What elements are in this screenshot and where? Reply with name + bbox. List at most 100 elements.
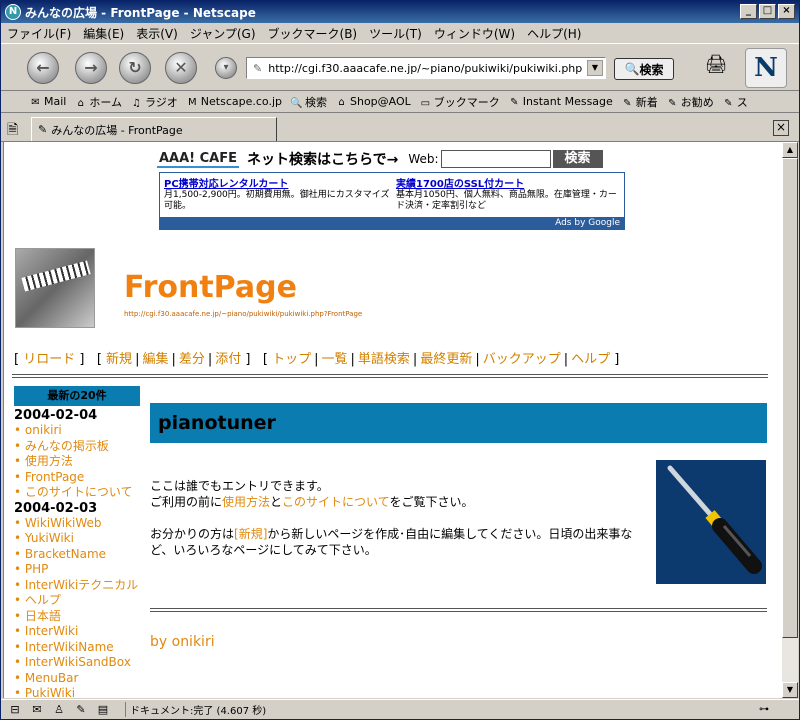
ads-by-google[interactable]: Ads by Google	[160, 217, 624, 229]
search-button-label: 検索	[639, 62, 664, 77]
about-link[interactable]: このサイトについて	[282, 495, 389, 509]
sidebar-item[interactable]: このサイトについて	[14, 485, 140, 501]
link-icon: ✎	[510, 96, 519, 108]
folder-icon: ▭	[420, 97, 431, 109]
diff-link[interactable]: 差分	[179, 352, 205, 367]
divider	[150, 608, 767, 612]
bookmark-more[interactable]: ✎ ス	[722, 94, 748, 110]
sidebar-date: 2004-02-03	[14, 500, 98, 516]
mail-icon[interactable]: ✉	[29, 703, 45, 717]
new-tab-icon[interactable]: 🗎	[7, 119, 18, 143]
sidebar-item[interactable]: FrontPage	[14, 470, 140, 486]
bookmark-im[interactable]: ✎ Instant Message	[508, 95, 613, 109]
usage-link[interactable]: 使用方法	[222, 495, 270, 509]
sidebar-item[interactable]: ヘルプ	[14, 593, 140, 609]
main-body: ここは誰でもエントリできます。 ご利用の前に使用方法とこのサイトについてをご覧下…	[150, 478, 648, 558]
bookmark-mail[interactable]: ✉ Mail	[29, 95, 66, 109]
attach-link[interactable]: 添付	[215, 352, 241, 367]
url-dropdown-icon[interactable]: ▼	[587, 60, 603, 76]
web-search-input[interactable]	[440, 150, 551, 168]
sidebar-item[interactable]: YukiWiki	[14, 531, 140, 547]
minimize-button[interactable]: _	[740, 4, 757, 19]
link-icon: ✎	[724, 97, 733, 109]
back-icon[interactable]: ←	[27, 52, 59, 84]
top-link[interactable]: トップ	[272, 352, 311, 367]
page-url[interactable]: http://cgi.f30.aaacafe.ne.jp/~piano/puki…	[124, 310, 362, 318]
menu-tools[interactable]: ツール(T)	[369, 25, 422, 42]
new-link[interactable]: 新規	[106, 352, 132, 367]
menu-help[interactable]: ヘルプ(H)	[527, 25, 581, 42]
close-button[interactable]: ×	[778, 4, 795, 19]
help-link[interactable]: ヘルプ	[571, 352, 610, 367]
sidebar-item[interactable]: InterWiki	[14, 624, 140, 640]
composer-icon[interactable]: ✎	[73, 703, 89, 717]
menu-go[interactable]: ジャンプ(G)	[190, 25, 256, 42]
edit-link[interactable]: 編集	[142, 352, 168, 367]
web-search-button[interactable]: 検索	[552, 150, 603, 168]
bookmark-recommend[interactable]: ✎ お勧め	[666, 94, 714, 110]
link-icon: ✎	[668, 97, 677, 109]
recent-changes-link[interactable]: 最終更新	[420, 352, 472, 367]
menu-view[interactable]: 表示(V)	[136, 25, 178, 42]
url-bar[interactable]: ✎ http://cgi.f30.aaacafe.ne.jp/~piano/pu…	[246, 57, 606, 79]
stop-icon[interactable]: ✕	[165, 52, 197, 84]
scroll-down-icon[interactable]: ▼	[782, 682, 798, 698]
search-button[interactable]: 🔍 検索	[614, 58, 674, 80]
menu-bar: ファイル(F) 編集(E) 表示(V) ジャンプ(G) ブックマーク(B) ツー…	[1, 23, 799, 43]
sidebar-item[interactable]: InterWikiName	[14, 640, 140, 656]
reload-icon[interactable]: ↻	[119, 52, 151, 84]
maximize-button[interactable]: □	[759, 4, 776, 19]
sidebar-item[interactable]: 使用方法	[14, 454, 140, 470]
bookmark-home[interactable]: ⌂ ホーム	[74, 94, 122, 110]
dropdown-icon[interactable]: ▾	[215, 57, 237, 79]
bookmark-bookmarks[interactable]: ▭ ブックマーク	[419, 94, 500, 110]
page-title: FrontPage	[124, 270, 297, 305]
sidebar-item[interactable]: onikiri	[14, 423, 140, 439]
bookmark-radio[interactable]: ♫ ラジオ	[130, 94, 178, 110]
print-icon[interactable]: 🖨	[701, 54, 731, 80]
site-logo-image	[15, 248, 95, 328]
list-link[interactable]: 一覧	[322, 352, 348, 367]
sidebar-item[interactable]: PukiWiki	[14, 686, 140, 698]
vertical-scrollbar[interactable]: ▲ ▼	[782, 142, 798, 698]
byline: by onikiri	[150, 634, 215, 650]
sidebar-item[interactable]: みんなの掲示板	[14, 439, 140, 455]
sidebar-item[interactable]: 日本語	[14, 609, 140, 625]
scroll-up-icon[interactable]: ▲	[782, 142, 798, 158]
sidebar-item[interactable]: BracketName	[14, 547, 140, 563]
title-bar[interactable]: N みんなの広場 - FrontPage - Netscape _ □ ×	[1, 1, 799, 23]
menu-bookmarks[interactable]: ブックマーク(B)	[268, 25, 358, 42]
scroll-thumb[interactable]	[782, 158, 798, 638]
new-page-link[interactable]: [新規]	[234, 527, 267, 541]
sidebar-item[interactable]: WikiWikiWeb	[14, 516, 140, 532]
tab-frontpage[interactable]: ✎ みんなの広場 - FrontPage	[31, 117, 277, 141]
aaa-cafe-logo[interactable]: AAA! CAFE	[157, 151, 239, 168]
home-icon: ⌂	[77, 97, 85, 109]
menu-edit[interactable]: 編集(E)	[83, 25, 124, 42]
backup-link[interactable]: バックアップ	[483, 352, 561, 367]
google-ads-panel: PC携帯対応レンタルカート 月1,500-2,900円。初期費用無。御社用にカス…	[159, 172, 625, 230]
bookmark-search[interactable]: 🔍 検索	[290, 94, 327, 110]
divider	[12, 374, 768, 378]
sidebar-item[interactable]: PHP	[14, 562, 140, 578]
address-book-icon[interactable]: ▤	[95, 703, 111, 717]
reload-link[interactable]: リロード	[23, 352, 75, 367]
mail-icon: ✉	[31, 96, 40, 108]
sidebar-item[interactable]: MenuBar	[14, 671, 140, 687]
sidebar-item[interactable]: InterWikiSandBox	[14, 655, 140, 671]
bookmark-netscape[interactable]: M Netscape.co.jp	[186, 95, 282, 109]
forward-icon[interactable]: →	[75, 52, 107, 84]
tab-close-icon[interactable]: ×	[773, 120, 789, 136]
aim-icon[interactable]: ♙	[51, 703, 67, 717]
ad2-title[interactable]: 実績1700店のSSL付カート	[396, 175, 624, 190]
bookmark-shop[interactable]: ⌂ Shop@AOL	[335, 95, 410, 109]
ad1-title[interactable]: PC携帯対応レンタルカート	[164, 175, 392, 190]
url-text: http://cgi.f30.aaacafe.ne.jp/~piano/puki…	[268, 61, 583, 75]
bookmark-new[interactable]: ✎ 新着	[621, 94, 658, 110]
word-search-link[interactable]: 単語検索	[358, 352, 410, 367]
menu-window[interactable]: ウィンドウ(W)	[434, 25, 515, 42]
sidebar-item[interactable]: InterWikiテクニカル	[14, 578, 140, 594]
menu-file[interactable]: ファイル(F)	[7, 25, 71, 42]
navigator-icon[interactable]: ⊟	[7, 703, 23, 717]
ad1-body: 月1,500-2,900円。初期費用無。御社用にカスタマイズ可能。	[164, 190, 390, 211]
